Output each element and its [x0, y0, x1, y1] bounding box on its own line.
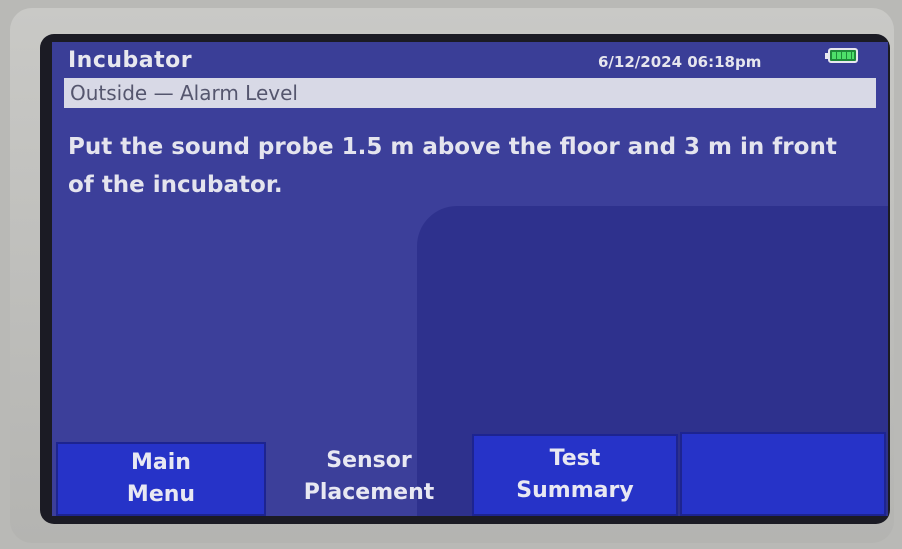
battery-full-icon	[825, 48, 858, 63]
date-time: 6/12/2024 06:18pm	[598, 53, 762, 71]
subtitle-bar: Outside — Alarm Level	[64, 78, 876, 110]
empty-softkey[interactable]	[680, 432, 886, 516]
page-title: Incubator	[68, 48, 193, 73]
title-bar: Incubator 6/12/2024 06:18pm	[52, 42, 888, 80]
main-menu-button[interactable]: Main Menu	[56, 442, 266, 516]
device-screen: Incubator 6/12/2024 06:18pm Outside — Al…	[52, 42, 888, 516]
sensor-placement-tab[interactable]: Sensor Placement	[268, 438, 470, 516]
instruction-text: Put the sound probe 1.5 m above the floo…	[68, 134, 837, 198]
test-summary-button[interactable]: Test Summary	[472, 434, 678, 516]
test-step-subtitle: Outside — Alarm Level	[70, 81, 298, 105]
softkey-bar: Main Menu Sensor Placement Test Summary	[52, 430, 888, 516]
